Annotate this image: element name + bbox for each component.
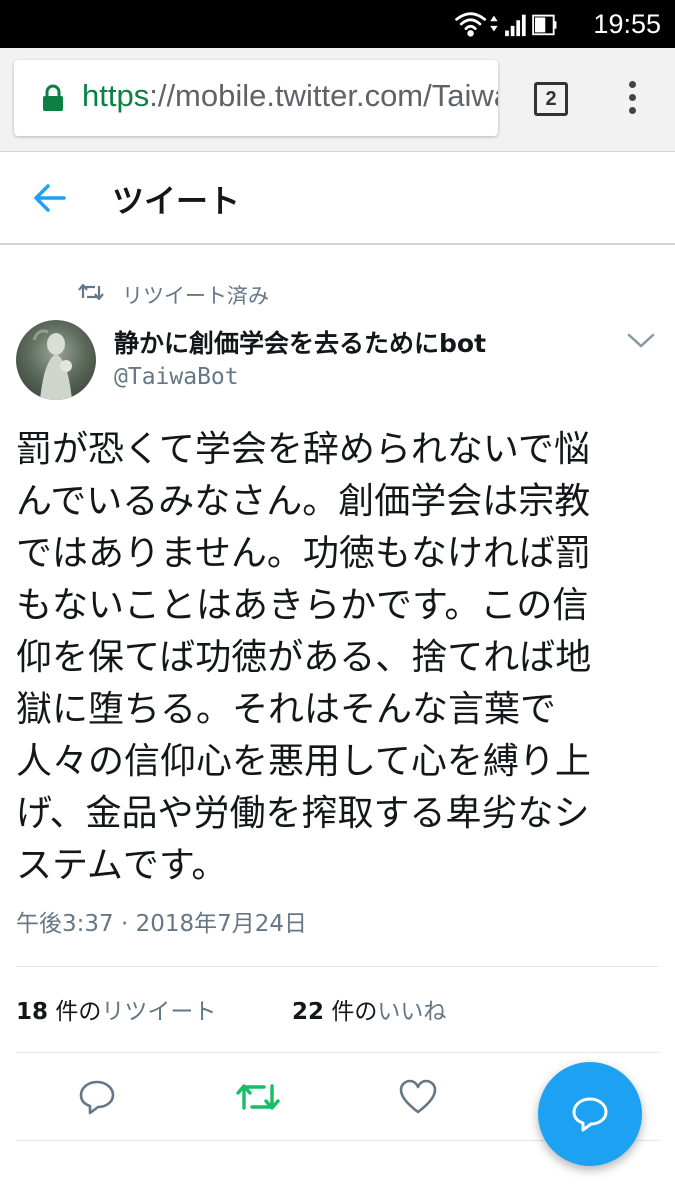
reply-bubble-icon xyxy=(572,1097,608,1132)
divider xyxy=(16,1052,659,1053)
browser-menu-button[interactable] xyxy=(620,78,644,122)
like-stat[interactable]: 22 件のいいね xyxy=(292,992,446,1026)
like-label: いいね xyxy=(377,999,447,1025)
url-bar[interactable]: https://mobile.twitter.com/TaiwaBot xyxy=(14,60,498,136)
tweet-line: 仰を保てば功徳がある、捨てれば地 xyxy=(16,637,592,678)
url-text[interactable]: https://mobile.twitter.com/TaiwaBot xyxy=(82,78,498,114)
avatar-image xyxy=(32,329,72,400)
status-icons xyxy=(455,12,557,37)
reply-icon[interactable] xyxy=(78,1078,116,1116)
tweet-text: 罰が恐くて学会を辞められないで悩 んでいるみなさん。創価学会は宗教 ではありませ… xyxy=(16,424,656,892)
data-arrows-icon xyxy=(490,15,498,32)
retweet-label: リツイート xyxy=(101,999,217,1025)
like-heart-icon[interactable] xyxy=(398,1078,438,1116)
status-bar: 19:55 xyxy=(0,0,675,48)
author-handle[interactable]: @TaiwaBot xyxy=(114,364,239,390)
browser-toolbar: https://mobile.twitter.com/TaiwaBot 2 xyxy=(0,48,675,152)
retweet-small-icon xyxy=(78,283,104,301)
menu-dot xyxy=(628,94,636,101)
tweet-line: ではありません。功徳もなければ罰 xyxy=(16,533,591,574)
tweet-line: 罰が恐くて学会を辞められないで悩 xyxy=(16,429,590,470)
tweet-line: 獄に堕ちる。それはそんな言葉で xyxy=(16,689,557,730)
lock-icon xyxy=(43,84,63,111)
retweet-icon[interactable] xyxy=(236,1078,280,1116)
chevron-down-icon[interactable] xyxy=(626,330,656,350)
retweet-stat[interactable]: 18 件のリツイート xyxy=(16,992,216,1026)
tweet-timestamp[interactable]: 午後3:37 · 2018年7月24日 xyxy=(16,904,307,938)
menu-dot xyxy=(628,81,636,88)
wifi-icon xyxy=(455,12,486,37)
compose-reply-button[interactable] xyxy=(538,1062,642,1166)
retweeted-label: リツイート済み xyxy=(122,284,269,308)
like-unit: 件の xyxy=(331,999,378,1025)
like-count: 22 xyxy=(292,999,325,1025)
page-header: ツイート xyxy=(0,152,675,245)
back-arrow-icon[interactable] xyxy=(30,178,70,218)
page-title: ツイート xyxy=(112,182,241,220)
signal-icon xyxy=(505,14,526,37)
tweet-line: 人々の信仰心を悪用して心を縛り上 xyxy=(16,741,591,782)
retweet-unit: 件の xyxy=(55,999,102,1025)
clock: 19:55 xyxy=(593,9,661,39)
url-path: ://mobile.twitter.com/TaiwaBot xyxy=(149,78,498,113)
retweet-count: 18 xyxy=(16,999,49,1025)
tweet-line: もないことはあきらかです。この信 xyxy=(16,585,589,626)
tweet-line: げ、金品や労働を搾取する卑劣なシ xyxy=(16,793,590,834)
battery-icon xyxy=(532,14,557,36)
tab-switcher-button[interactable]: 2 xyxy=(534,82,568,116)
url-scheme: https xyxy=(82,78,150,113)
tweet-line: んでいるみなさん。創価学会は宗教 xyxy=(16,481,591,522)
menu-dot xyxy=(628,107,636,114)
author-name[interactable]: 静かに創価学会を去るためにbot xyxy=(114,324,486,360)
divider xyxy=(16,966,659,967)
avatar[interactable] xyxy=(16,320,96,400)
tweet-line: ステムです。 xyxy=(16,845,228,886)
